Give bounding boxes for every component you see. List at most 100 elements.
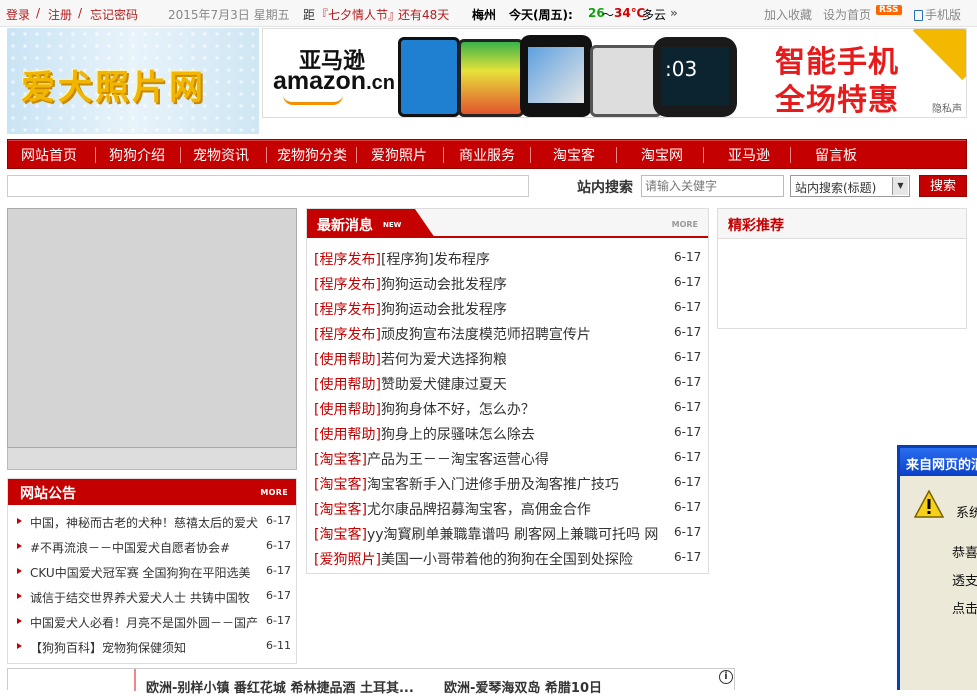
search-input[interactable]	[641, 175, 784, 197]
corner-ribbon	[912, 29, 966, 81]
news-date: 6-17	[674, 250, 702, 264]
news-category[interactable]: [淘宝客]	[314, 502, 367, 518]
nav-dog-intro[interactable]: 狗狗介绍	[109, 145, 165, 165]
info-icon[interactable]: i	[719, 670, 733, 684]
list-item[interactable]: 【狗狗百科】宠物狗保健须知 6-11	[8, 635, 296, 660]
notice-header: 网站公告 MORE	[8, 479, 296, 505]
nav-dog-categories[interactable]: 宠物狗分类	[277, 145, 347, 165]
phone-image	[398, 37, 460, 117]
news-row[interactable]: [使用帮助]若何为爱犬选择狗粮 6-17	[307, 346, 708, 371]
bottom-ad-link-1[interactable]: 欧洲-别样小镇 番红花城 希林捷品酒 土耳其...	[146, 677, 414, 696]
search-button[interactable]: 搜索	[919, 175, 967, 197]
news-row[interactable]: [淘宝客]yy淘寳刷单兼職靠谱吗 刷客网上兼職可托吗 网 6-17	[307, 521, 708, 546]
news-category[interactable]: [程序发布]	[314, 302, 381, 318]
slideshow-image[interactable]	[7, 208, 297, 448]
site-logo[interactable]: 爱犬照片网	[7, 28, 259, 134]
weather-condition: 多云	[642, 8, 667, 22]
news-category[interactable]: [程序发布]	[314, 327, 381, 343]
nav-dog-photos[interactable]: 爱狗照片	[371, 145, 427, 165]
dialog-message-line: 恭喜	[952, 546, 977, 561]
nav-taobao[interactable]: 淘宝网	[641, 145, 683, 165]
weather-more-icon[interactable]: »	[670, 6, 678, 20]
notice-more-link[interactable]: MORE	[260, 488, 288, 497]
news-link[interactable]: 尤尔康品牌招募淘宝客，高佣金合作	[367, 502, 591, 518]
news-row[interactable]: [程序发布]顽皮狗宣布法度模范师招聘宣传片 6-17	[307, 321, 708, 346]
login-link[interactable]: 登录	[6, 6, 30, 23]
bottom-ad-image[interactable]	[8, 669, 136, 691]
bullet-icon	[17, 543, 22, 549]
news-category[interactable]: [使用帮助]	[314, 352, 381, 368]
register-link[interactable]: 注册	[48, 6, 72, 23]
notice-list: 中国，神秘而古老的犬种！慈禧太后的爱犬 6-17 #不再流浪－－中国爱犬自愿者协会…	[8, 505, 296, 660]
weather-city[interactable]: 梅州	[472, 6, 496, 23]
slideshow-caption-bar	[7, 448, 297, 470]
news-row[interactable]: [使用帮助]赞助爱犬健康过夏天 6-17	[307, 371, 708, 396]
phone-image	[520, 35, 592, 117]
bottom-ad-link-2[interactable]: 欧洲-爱琴海双岛 希腊10日	[444, 677, 602, 696]
news-link[interactable]: 狗狗运动会批发程序	[381, 302, 507, 318]
nav-business[interactable]: 商业服务	[459, 145, 515, 165]
news-link[interactable]: [程序狗]发布程序	[381, 252, 490, 268]
privacy-link[interactable]: 隐私声	[932, 100, 962, 115]
news-category[interactable]: [使用帮助]	[314, 427, 381, 443]
nav-divider	[443, 147, 444, 163]
news-category[interactable]: [淘宝客]	[314, 477, 367, 493]
news-category[interactable]: [程序发布]	[314, 277, 381, 293]
news-row[interactable]: [程序发布]狗狗运动会批发程序 6-17	[307, 271, 708, 296]
news-row[interactable]: [淘宝客]产品为王－－淘宝客运营心得 6-17	[307, 446, 708, 471]
nav-divider	[356, 147, 357, 163]
news-row[interactable]: [淘宝客]淘宝客新手入门进修手册及淘客推广技巧 6-17	[307, 471, 708, 496]
news-title: 最新消息	[317, 218, 373, 234]
mobile-link[interactable]: 手机版	[914, 6, 961, 23]
list-item[interactable]: 诚信于结交世界养犬爱犬人士 共铸中国牧 6-17	[8, 585, 296, 610]
news-tab[interactable]: 最新消息 NEW	[307, 209, 435, 238]
news-row[interactable]: [爱狗照片]美国一小哥带着他的狗狗在全国到处探险 6-17	[307, 546, 708, 571]
news-link[interactable]: 狗狗身体不好，怎么办？	[381, 402, 535, 418]
news-link[interactable]: 狗狗运动会批发程序	[381, 277, 507, 293]
bullet-icon	[17, 568, 22, 574]
list-item[interactable]: 中国，神秘而古老的犬种！慈禧太后的爱犬 6-17	[8, 510, 296, 535]
news-link[interactable]: 若何为爱犬选择狗粮	[381, 352, 507, 368]
news-link[interactable]: 产品为王－－淘宝客运营心得	[367, 452, 549, 468]
news-category[interactable]: [使用帮助]	[314, 402, 381, 418]
news-row[interactable]: [程序发布][程序狗]发布程序 6-17	[307, 246, 708, 271]
news-link[interactable]: 美国一小哥带着他的狗狗在全国到处探险	[381, 552, 633, 568]
list-item[interactable]: #不再流浪－－中国爱犬自愿者协会# 6-17	[8, 535, 296, 560]
news-date: 6-17	[674, 375, 702, 389]
news-header: 最新消息 NEW MORE	[307, 209, 708, 238]
news-category[interactable]: [爱狗照片]	[314, 552, 381, 568]
news-row[interactable]: [淘宝客]尤尔康品牌招募淘宝客，高佣金合作 6-17	[307, 496, 708, 521]
news-row[interactable]: [使用帮助]狗身上的尿骚味怎么除去 6-17	[307, 421, 708, 446]
news-row[interactable]: [程序发布]狗狗运动会批发程序 6-17	[307, 296, 708, 321]
nav-pet-news[interactable]: 宠物资讯	[193, 145, 249, 165]
nav-taobaoke[interactable]: 淘宝客	[553, 145, 595, 165]
rss-icon[interactable]: RSS	[876, 5, 902, 15]
countdown-days: 还有48天	[398, 8, 450, 22]
chevron-down-icon[interactable]: ▼	[892, 177, 908, 195]
phone-image: :03	[653, 37, 737, 117]
list-item[interactable]: CKU中国爱犬冠军赛 全国狗狗在平阳选美 6-17	[8, 560, 296, 585]
nav-divider	[266, 147, 267, 163]
nav-amazon[interactable]: 亚马逊	[728, 145, 770, 165]
news-more-link[interactable]: MORE	[672, 220, 698, 229]
forgot-password-link[interactable]: 忘记密码	[90, 6, 138, 23]
news-link[interactable]: 狗身上的尿骚味怎么除去	[381, 427, 535, 443]
news-link[interactable]: 赞助爱犬健康过夏天	[381, 377, 507, 393]
add-favorite-link[interactable]: 加入收藏	[764, 6, 812, 23]
news-link[interactable]: 淘宝客新手入门进修手册及淘客推广技巧	[367, 477, 619, 493]
bottom-ad-box[interactable]: 欧洲-别样小镇 番红花城 希林捷品酒 土耳其... 欧洲-爱琴海双岛 希腊10日…	[7, 668, 735, 696]
nav-home[interactable]: 网站首页	[21, 145, 77, 165]
news-category[interactable]: [淘宝客]	[314, 527, 367, 543]
news-category[interactable]: [程序发布]	[314, 252, 381, 268]
news-category[interactable]: [淘宝客]	[314, 452, 367, 468]
news-link[interactable]: 顽皮狗宣布法度模范师招聘宣传片	[381, 327, 591, 343]
amazon-banner-ad[interactable]: 亚马逊 amazon.cn :03 智能手机 全场特惠 隐私声	[262, 28, 967, 118]
set-homepage-link[interactable]: 设为首页	[823, 6, 871, 23]
list-item[interactable]: 中国爱犬人必看！月亮不是国外圆－－国产 6-17	[8, 610, 296, 635]
search-scope-select[interactable]: 站内搜索(标题) ▼	[790, 175, 910, 197]
nav-guestbook[interactable]: 留言板	[815, 145, 857, 165]
news-category[interactable]: [使用帮助]	[314, 377, 381, 393]
news-row[interactable]: [使用帮助]狗狗身体不好，怎么办？ 6-17	[307, 396, 708, 421]
news-link[interactable]: yy淘寳刷单兼職靠谱吗 刷客网上兼職可托吗 网	[367, 527, 658, 543]
weather-label: 今天(周五):	[509, 8, 573, 22]
